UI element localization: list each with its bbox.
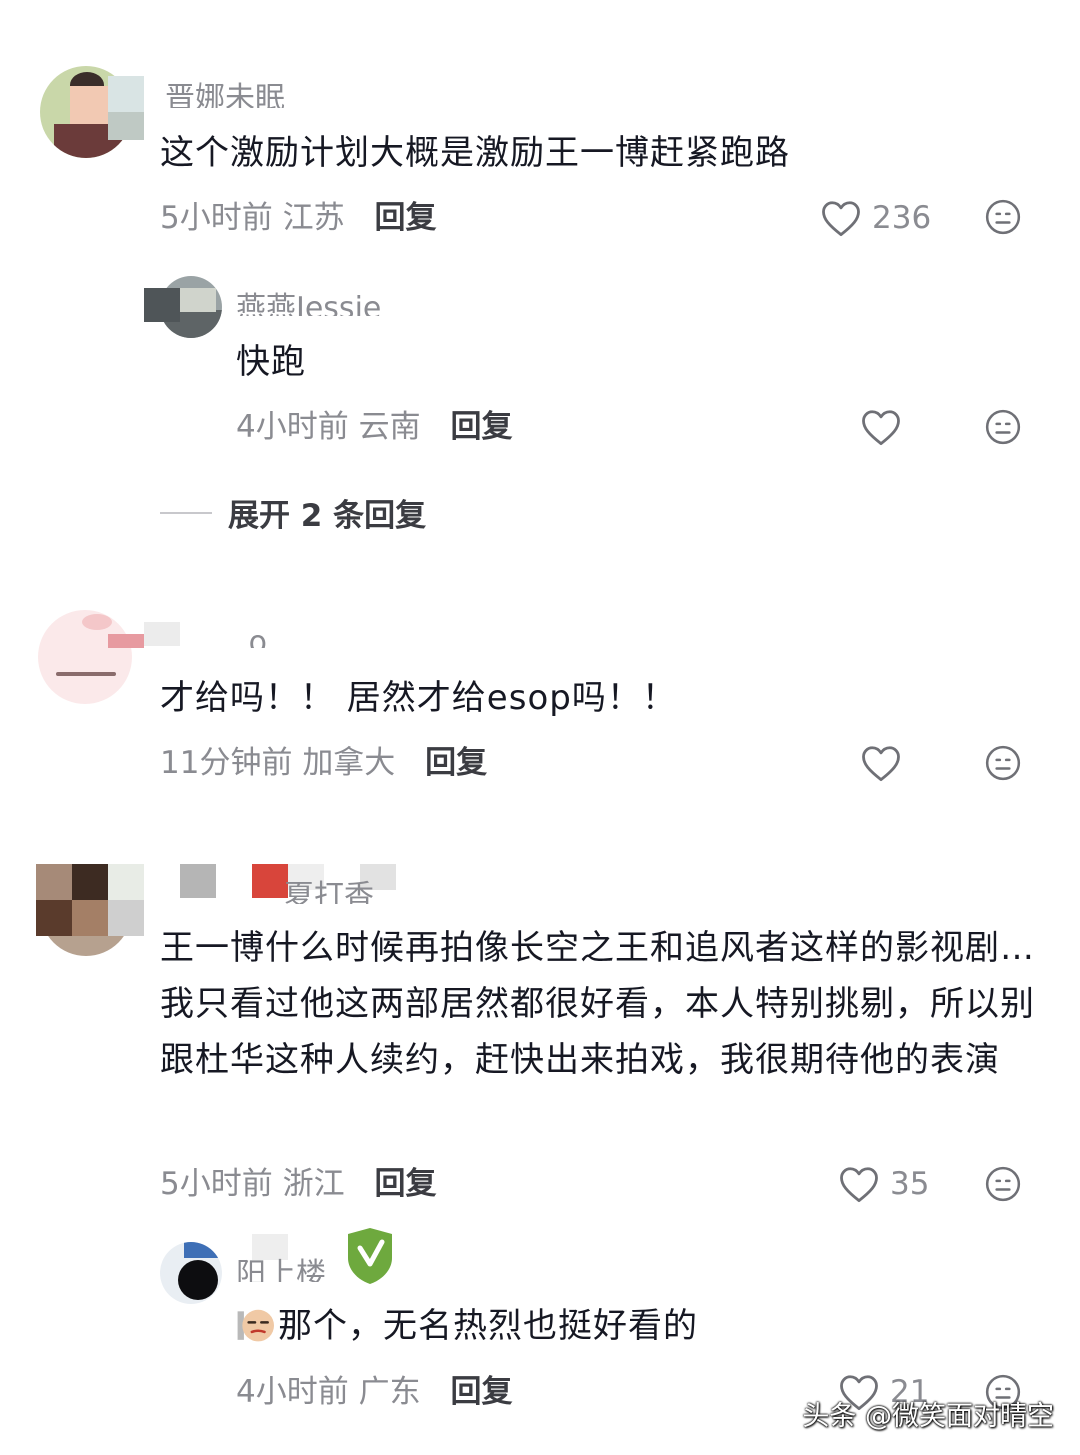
avatar-mosaic [180, 288, 216, 312]
heart-outline-icon [862, 746, 900, 782]
comment-text: 那个，无名热烈也挺好看的 [236, 1298, 1016, 1354]
heart-outline-icon [840, 1167, 878, 1203]
avatar-mosaic [108, 634, 144, 648]
avatar-mosaic [144, 622, 180, 646]
expand-replies-button[interactable]: 展开 2 条回复 [160, 490, 426, 535]
avatar-mosaic [108, 900, 144, 936]
heart-outline-icon [822, 201, 860, 237]
comment-meta: 5小时前 江苏 回复 [160, 198, 436, 238]
reply-button[interactable]: 回复 [374, 200, 436, 236]
author-name[interactable]: 夏打香 [284, 880, 374, 904]
comment-location: 浙江 [282, 1166, 345, 1202]
reply-button[interactable]: 回复 [450, 409, 512, 445]
like-button[interactable]: 236 [820, 196, 931, 240]
heart-outline-icon [862, 410, 900, 446]
reply-button[interactable]: 回复 [450, 1374, 512, 1410]
reply-button[interactable]: 回复 [374, 1166, 436, 1202]
like-count: 236 [872, 200, 932, 236]
neutral-face-icon[interactable] [984, 1165, 1022, 1203]
comment-meta: 4小时前 广东 回复 [236, 1372, 512, 1412]
neutral-face-icon[interactable] [984, 744, 1022, 782]
author-name[interactable]: 晋娜未眠 [165, 82, 285, 108]
avatar-mosaic [252, 864, 288, 898]
neutral-face-icon[interactable] [984, 408, 1022, 446]
avatar[interactable] [38, 610, 132, 704]
avatar-mosaic [36, 864, 72, 900]
smirk-face-emoji-icon [237, 1309, 274, 1342]
divider [160, 511, 212, 514]
expand-replies-label: 展开 2 条回复 [228, 498, 427, 534]
avatar-mosaic [72, 900, 108, 936]
comment-location: 江苏 [282, 200, 345, 236]
avatar-mosaic [36, 900, 72, 936]
comment-time: 11分钟前 [160, 745, 293, 781]
comment-text-body: 那个，无名热烈也挺好看的 [278, 1306, 698, 1346]
avatar-mosaic [108, 76, 144, 112]
comment-time: 4小时前 [236, 1374, 349, 1410]
comment-time: 5小时前 [160, 200, 273, 236]
comment-time: 4小时前 [236, 409, 349, 445]
comment-text: 快跑 [236, 342, 306, 382]
avatar-mosaic [108, 112, 144, 140]
comment-meta: 5小时前 浙江 回复 [160, 1164, 436, 1204]
avatar-mosaic [108, 864, 144, 900]
avatar-mosaic [144, 288, 180, 322]
comment-meta: 4小时前 云南 回复 [236, 407, 512, 447]
author-name[interactable]: 燕燕Jessie [236, 292, 381, 316]
avatar-mosaic [72, 864, 108, 900]
comment-text: 才给吗！！ 居然才给esop吗！！ [160, 678, 677, 718]
like-button[interactable]: 35 [838, 1162, 929, 1206]
reply-button[interactable]: 回复 [425, 745, 487, 781]
author-name[interactable]: ...o [220, 626, 267, 648]
comment-text: 王一博什么时候再拍像长空之王和追风者这样的影视剧…我只看过他这两部居然都很好看，… [160, 928, 1035, 1080]
comment-time: 5小时前 [160, 1166, 273, 1202]
avatar-mosaic [180, 864, 216, 898]
neutral-face-icon[interactable] [984, 198, 1022, 236]
author-name[interactable]: 阳上楼 [236, 1258, 326, 1282]
comment-text: 这个激励计划大概是激励王一博赶紧跑路 [160, 133, 790, 173]
comment-location: 广东 [358, 1374, 421, 1410]
watermark: 头条 @微笑面对晴空 [802, 1401, 1054, 1432]
avatar-mosaic [252, 1234, 288, 1260]
comment-location: 云南 [358, 409, 421, 445]
comment-location: 加拿大 [302, 745, 396, 781]
like-button[interactable] [860, 405, 912, 449]
green-badge-icon [348, 1228, 392, 1284]
like-button[interactable] [860, 741, 912, 785]
comment-meta: 11分钟前 加拿大 回复 [160, 743, 487, 783]
like-count: 35 [890, 1166, 930, 1202]
avatar[interactable] [160, 1242, 222, 1304]
